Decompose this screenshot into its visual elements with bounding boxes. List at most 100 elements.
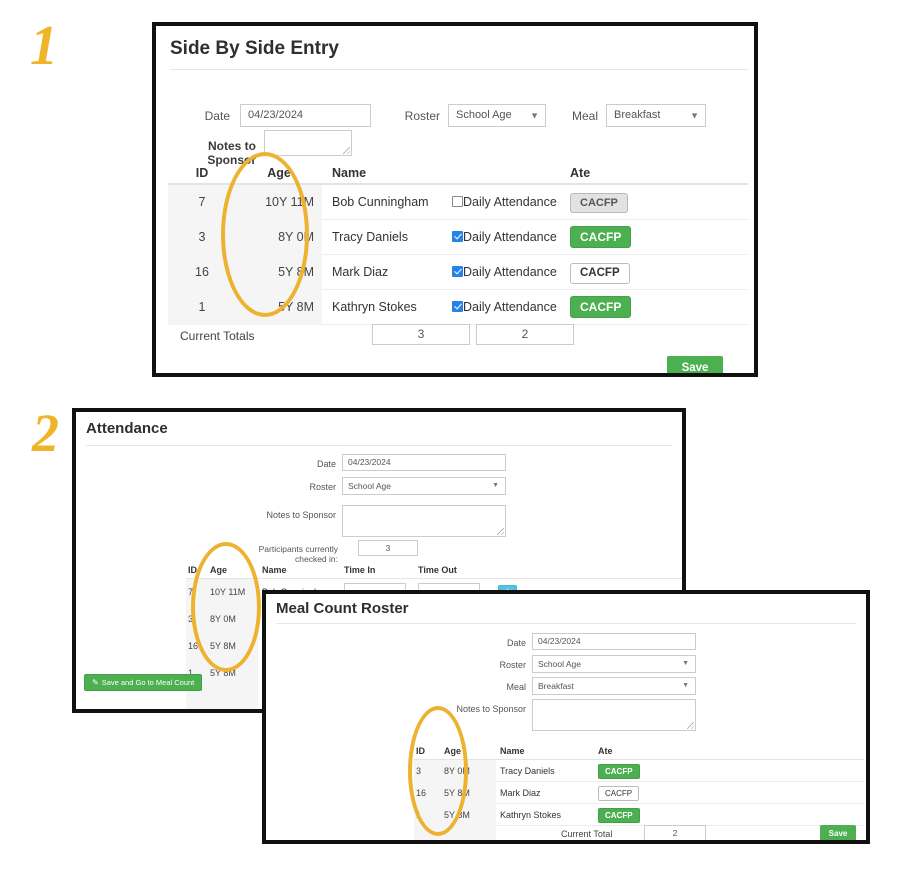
col-id: ID xyxy=(195,166,209,180)
panel2-notes-textarea[interactable] xyxy=(342,505,506,537)
cell-ate[interactable]: CACFP xyxy=(598,782,688,804)
panel1-notes-textarea[interactable] xyxy=(264,130,352,156)
panel-meal-count-roster: Meal Count Roster Date 04/23/2024 Roster… xyxy=(262,590,870,844)
table-row[interactable]: 16 5Y 8M Mark Diaz Daily Attendance CACF… xyxy=(168,254,748,290)
daily-attendance-label: Daily Attendance xyxy=(463,194,557,209)
panel1-total-attendance-input[interactable]: 3 xyxy=(372,324,470,345)
panel3-save-button[interactable]: Save xyxy=(820,825,856,840)
screenshot-canvas: 1 Side By Side Entry Date 04/23/2024 Ros… xyxy=(0,0,900,875)
daily-attendance-checkbox[interactable] xyxy=(452,265,463,277)
cell-name: Mark Diaz xyxy=(500,787,541,798)
cell-age: 5Y 8M xyxy=(210,660,258,687)
cacfp-button[interactable]: CACFP xyxy=(598,764,640,779)
chevron-down-icon: ▼ xyxy=(530,110,539,120)
cell-ate[interactable]: CACFP xyxy=(598,804,688,826)
panel3-notes-label: Notes to Sponsor xyxy=(456,704,526,714)
panel2-checked-in-input[interactable]: 3 xyxy=(358,540,418,556)
daily-attendance-label: Daily Attendance xyxy=(463,229,557,244)
cell-attendance[interactable]: Daily Attendance xyxy=(452,220,570,255)
cell-ate[interactable]: CACFP xyxy=(570,255,670,290)
panel3-roster-value: School Age xyxy=(538,659,582,669)
panel2-roster-label: Roster xyxy=(309,482,336,492)
panel1-totals-label: Current Totals xyxy=(180,329,255,343)
col-ate: Ate xyxy=(570,166,591,180)
pencil-icon: ✎ xyxy=(92,678,99,687)
cacfp-button[interactable]: CACFP xyxy=(570,226,632,248)
panel2-roster-value: School Age xyxy=(348,481,392,491)
cell-age: 5Y 8M xyxy=(236,289,322,325)
panel2-save-goto-meal-count-button[interactable]: ✎ Save and Go to Meal Count xyxy=(84,674,203,691)
col-age: Age xyxy=(210,565,228,575)
col-age: Age xyxy=(444,746,462,756)
cell-id: 7 xyxy=(168,184,236,220)
panel1-date-label: Date xyxy=(204,109,230,123)
panel1-roster-label: Roster xyxy=(404,109,440,123)
col-name: Name xyxy=(262,565,287,575)
cell-id: 1 xyxy=(414,803,444,826)
daily-attendance-checkbox[interactable] xyxy=(452,195,463,207)
col-time-in: Time In xyxy=(344,565,376,575)
cell-ate[interactable]: CACFP xyxy=(598,760,688,782)
panel1-title: Side By Side Entry xyxy=(170,38,748,70)
cell-attendance[interactable]: Daily Attendance xyxy=(452,255,570,290)
table-row[interactable]: 1 5Y 8M Kathryn Stokes CACFP xyxy=(414,803,864,826)
cell-id: 16 xyxy=(186,633,210,660)
cacfp-button[interactable]: CACFP xyxy=(570,193,628,213)
panel2-date-label-txt: Date xyxy=(316,459,336,469)
col-ate: Ate xyxy=(598,746,613,756)
col-id: ID xyxy=(188,565,197,575)
panel1-meal-value: Breakfast xyxy=(614,109,661,121)
cell-attendance[interactable]: Daily Attendance xyxy=(452,185,570,220)
panel3-roster-select[interactable]: School Age ▼ xyxy=(532,655,696,673)
cell-name: Tracy Daniels xyxy=(500,765,555,776)
panel3-notes-textarea[interactable] xyxy=(532,699,696,731)
table-row[interactable]: 16 5Y 8M Mark Diaz CACFP xyxy=(414,781,864,804)
panel1-total-meals-input[interactable]: 2 xyxy=(476,324,574,345)
panel3-total-input[interactable]: 2 xyxy=(644,825,706,840)
daily-attendance-checkbox[interactable] xyxy=(452,230,463,242)
panel1-meal-label: Meal xyxy=(571,109,598,123)
panel2-date-input[interactable]: 04/23/2024 xyxy=(342,454,506,471)
col-id: ID xyxy=(416,746,425,756)
panel3-meal-label: Meal xyxy=(506,682,526,692)
daily-attendance-checkbox[interactable] xyxy=(452,300,463,312)
panel3-roster-label: Roster xyxy=(499,660,526,670)
cacfp-button[interactable]: CACFP xyxy=(598,786,640,801)
cell-age: 8Y 0M xyxy=(236,219,322,255)
panel1-date-input[interactable]: 04/23/2024 xyxy=(240,104,371,127)
cell-attendance[interactable]: Daily Attendance xyxy=(452,290,570,325)
step-number-1: 1 xyxy=(30,15,58,77)
panel2-notes-label: Notes to Sponsor xyxy=(266,510,336,520)
chevron-down-icon: ▼ xyxy=(690,110,699,120)
cacfp-button[interactable]: CACFP xyxy=(570,262,630,284)
cell-ate[interactable]: CACFP xyxy=(570,185,670,220)
panel1-roster-select[interactable]: School Age ▼ xyxy=(448,104,546,127)
daily-attendance-label: Daily Attendance xyxy=(463,299,557,314)
table-row[interactable]: 7 10Y 11M Bob Cunningham Daily Attendanc… xyxy=(168,184,748,220)
panel1-save-button[interactable]: Save xyxy=(667,356,723,373)
cell-name: Bob Cunningham xyxy=(332,194,429,209)
cacfp-button[interactable]: CACFP xyxy=(570,296,632,318)
cell-age: 5Y 8M xyxy=(210,633,258,660)
cell-id: 16 xyxy=(168,254,236,290)
step-number-2: 2 xyxy=(32,403,59,463)
table-row[interactable]: 3 8Y 0M Tracy Daniels CACFP xyxy=(414,759,864,782)
table-row[interactable]: 3 8Y 0M Tracy Daniels Daily Attendance C… xyxy=(168,219,748,255)
panel3-date-input[interactable]: 04/23/2024 xyxy=(532,633,696,650)
panel3-table: ID Age Name Ate 3 8Y 0M Tracy Daniels CA… xyxy=(414,742,864,840)
table-row[interactable]: 1 5Y 8M Kathryn Stokes Daily Attendance … xyxy=(168,289,748,325)
cell-age: 10Y 11M xyxy=(210,578,258,606)
cell-ate[interactable]: CACFP xyxy=(570,220,670,255)
cacfp-button[interactable]: CACFP xyxy=(598,808,640,823)
chevron-down-icon: ▼ xyxy=(682,682,689,689)
panel1-meal-select[interactable]: Breakfast ▼ xyxy=(606,104,706,127)
panel2-roster-select[interactable]: School Age ▼ xyxy=(342,477,506,495)
panel3-title: Meal Count Roster xyxy=(276,600,856,624)
cell-age: 8Y 0M xyxy=(210,606,258,633)
panel3-meal-select[interactable]: Breakfast ▼ xyxy=(532,677,696,695)
cell-id: 3 xyxy=(186,606,210,633)
panel-side-by-side-entry: Side By Side Entry Date 04/23/2024 Roste… xyxy=(152,22,758,377)
cell-age: 5Y 8M xyxy=(444,781,496,804)
cell-ate[interactable]: CACFP xyxy=(570,290,670,325)
table-filler xyxy=(414,826,864,840)
